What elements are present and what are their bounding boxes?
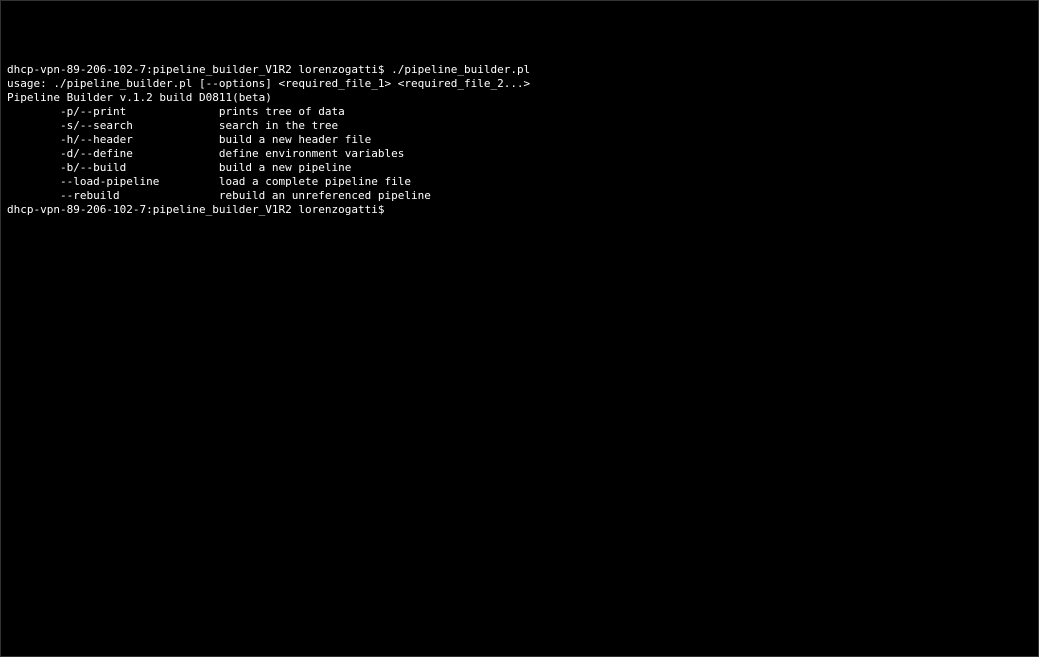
version-line: Pipeline Builder v.1.2 build D0811(beta) <box>7 91 1032 105</box>
options-block: -p/--print prints tree of data -s/--sear… <box>7 105 431 202</box>
prompt-text: dhcp-vpn-89-206-102-7:pipeline_builder_V… <box>7 63 391 76</box>
terminal-output[interactable]: dhcp-vpn-89-206-102-7:pipeline_builder_V… <box>7 63 1032 217</box>
usage-line: usage: ./pipeline_builder.pl [--options]… <box>7 77 1032 91</box>
final-prompt-line[interactable]: dhcp-vpn-89-206-102-7:pipeline_builder_V… <box>7 203 1032 217</box>
cursor-icon <box>391 204 398 216</box>
cmd-line: dhcp-vpn-89-206-102-7:pipeline_builder_V… <box>7 63 1032 77</box>
command-text: ./pipeline_builder.pl <box>391 63 530 76</box>
final-prompt-text: dhcp-vpn-89-206-102-7:pipeline_builder_V… <box>7 203 391 216</box>
